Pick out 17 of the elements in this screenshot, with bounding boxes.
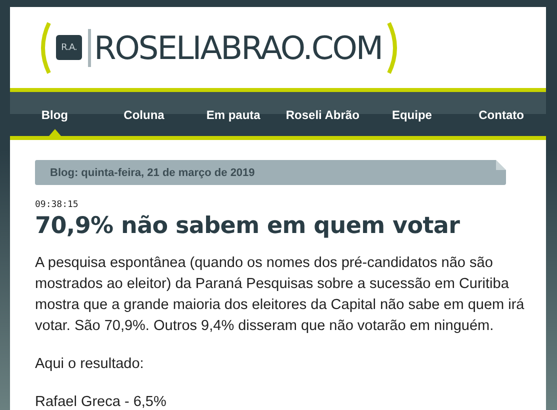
logo-divider [88,28,91,66]
post-time: 09:38:15 [35,200,80,210]
folded-corner-icon [496,160,506,170]
site-logo[interactable]: ROSELIABRAO.COM [94,28,382,66]
date-header: Blog: quinta-feira, 21 de março de 2019 [35,160,506,185]
post-paragraph: A pesquisa espontânea (quando os nomes dos pré-candidatos não são mostrados ao eleitor) da Paraná Pesquisas sobre a sucessão em Curitiba mostra que a grande maioria dos eleitores da Capital não sabe em quem irá votar. São 70,9%. Outros 9,4% disseram que não votarão em ninguém. [35,254,526,336]
post-paragraph: Rafael Greca - 6,5% [35,393,168,410]
nav-link[interactable]: Coluna [99,92,189,136]
nav-link[interactable]: Equipe [367,92,457,136]
nav-link[interactable]: Blog [10,92,100,136]
nav-link[interactable]: Em pauta [188,92,278,136]
active-indicator-icon [48,129,61,136]
nav-link[interactable]: Contato [456,92,546,136]
post-title: 70,9% não sabem em quem votar [35,213,461,239]
nav-link[interactable]: Roseli Abrão [278,92,368,136]
post-paragraph: Aqui o resultado: [35,355,145,374]
logo-badge: R.A. [56,35,82,60]
